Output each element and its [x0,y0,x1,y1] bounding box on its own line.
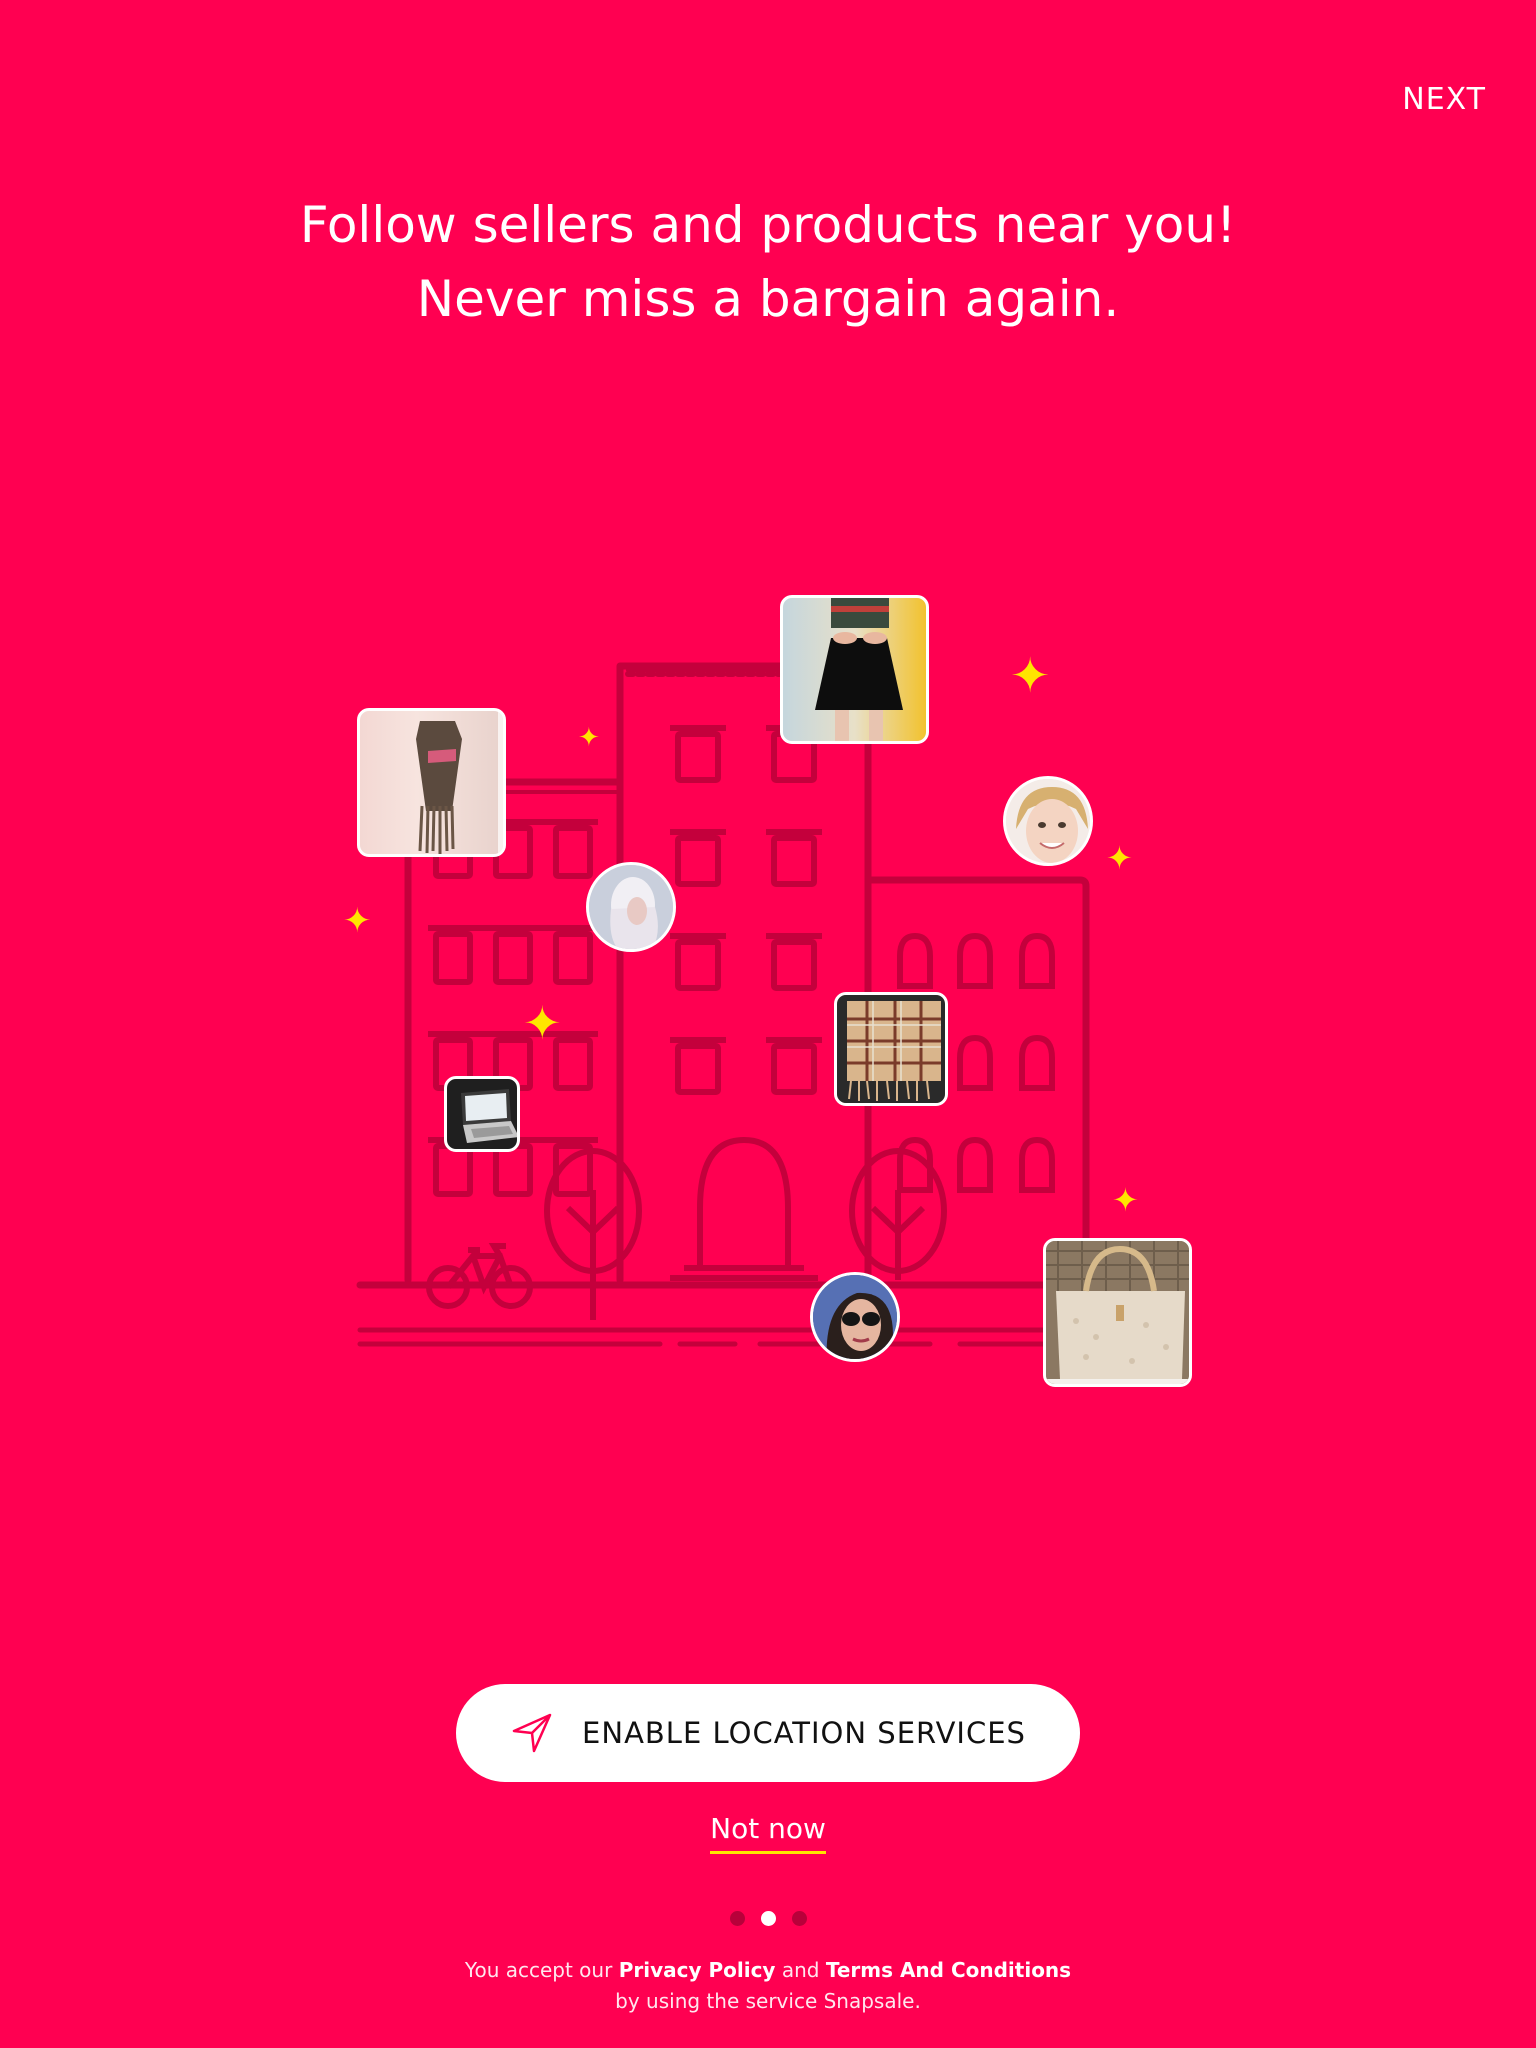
enable-location-button[interactable]: ENABLE LOCATION SERVICES [456,1684,1080,1782]
seller-avatar-blonde [586,862,676,952]
page-dot-1[interactable] [729,1911,745,1926]
sparkle-icon: ✦ [1106,839,1133,877]
sparkle-icon: ✦ [523,996,562,1050]
headline-line-2: Never miss a bargain again. [416,270,1120,328]
legal-notice: You accept our Privacy Policy and Terms … [0,1955,1536,2017]
location-arrow-icon [512,1713,552,1753]
legal-prefix: You accept our [464,1958,613,1982]
headline-line-1: Follow sellers and products near you! [299,196,1237,254]
legal-line-2: by using the service Snapsale. [615,1989,921,2013]
building-door [697,1136,791,1268]
onboarding-screen: NEXT Follow sellers and products near yo… [0,0,1536,2048]
sparkle-icon: ✦ [1112,1181,1139,1219]
city-line-art [356,662,1090,1347]
not-now-link[interactable]: Not now [710,1812,826,1854]
seller-avatar-smiling [1003,776,1093,866]
product-photo-tote [1043,1238,1192,1387]
product-photo-laptop [444,1076,520,1152]
sparkle-icon: ✦ [1010,648,1051,704]
seller-avatar-sunglasses [810,1272,900,1362]
product-photo-scarf [834,992,948,1106]
terms-link[interactable]: Terms And Conditions [826,1958,1071,1982]
page-dot-3[interactable] [791,1911,807,1926]
sparkle-icon: ✦ [343,901,372,941]
page-title: Follow sellers and products near you! Ne… [0,188,1536,336]
product-photo-backpack [357,708,506,857]
legal-line-1: You accept our Privacy Policy and Terms … [0,1955,1536,1986]
legal-and: and [781,1958,820,1982]
city-illustration: ✦ ✦ ✦ ✦ ✦ ✦ [0,560,1536,1420]
not-now-wrapper: Not now [0,1812,1536,1854]
sparkle-icon: ✦ [578,723,600,753]
center-building [616,662,872,1284]
page-indicator [0,1911,1536,1926]
bicycle [426,1243,533,1309]
page-dot-2[interactable] [760,1911,776,1926]
enable-location-label: ENABLE LOCATION SERVICES [582,1716,1026,1750]
next-button[interactable]: NEXT [1402,82,1486,117]
product-photo-skirt [780,595,929,744]
privacy-policy-link[interactable]: Privacy Policy [619,1958,776,1982]
